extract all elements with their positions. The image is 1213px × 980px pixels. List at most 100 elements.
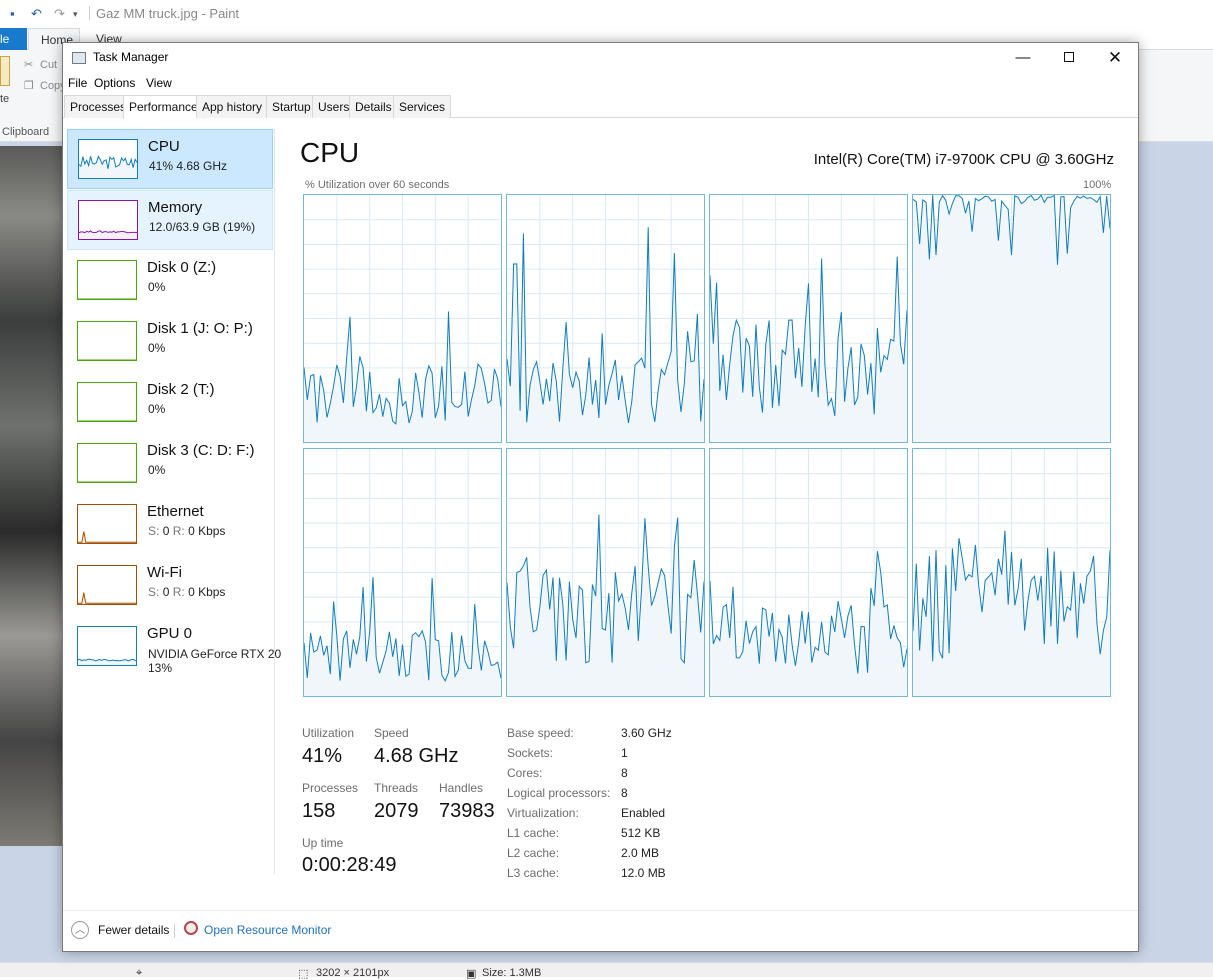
redo-icon[interactable]: ↷ (54, 6, 65, 22)
sidebar-item-label: Memory (148, 199, 203, 216)
copy-icon[interactable]: ❐ (24, 79, 34, 92)
sidebar-item-label: Disk 2 (T:) (147, 381, 215, 398)
title-bar[interactable]: Task Manager — ✕ (63, 43, 1138, 73)
cut-icon[interactable]: ✂ (24, 58, 33, 71)
spec-label: Base speed: (507, 726, 574, 740)
core-graph-3[interactable] (709, 194, 908, 443)
sidebar-item-wifi[interactable]: Wi-Fi S: 0 R: 0 Kbps (67, 556, 273, 616)
disk-0-thumbnail-graph (77, 260, 137, 300)
paste-label[interactable]: te (0, 93, 9, 105)
fewer-details-button[interactable]: Fewer details (98, 923, 169, 937)
cpu-core-graphs[interactable] (303, 194, 1113, 698)
tab-app-history[interactable]: App history (196, 95, 269, 118)
sidebar-item-value: S: 0 R: 0 Kbps (148, 585, 225, 599)
thumbnail-line (78, 531, 136, 543)
speed-value: 4.68 GHz (374, 745, 459, 767)
spec-value: 8 (621, 766, 628, 780)
image-dimensions: 3202 × 2101px (316, 967, 390, 979)
sidebar-item-value: 13% (148, 661, 173, 675)
receive-label: R: (172, 585, 185, 599)
cpu-model-name: Intel(R) Core(TM) i7-9700K CPU @ 3.60GHz (813, 151, 1114, 168)
menu-file[interactable]: File (68, 76, 87, 90)
receive-value: 0 Kbps (188, 585, 226, 599)
disk-2-thumbnail-graph (77, 382, 137, 422)
spec-label: Sockets: (507, 746, 554, 760)
sidebar-item-label: Disk 0 (Z:) (147, 259, 217, 276)
gpu-0-thumbnail-graph (77, 626, 137, 666)
save-icon[interactable]: ▪ (10, 6, 15, 21)
speed-label: Speed (374, 726, 409, 740)
memory-thumbnail-graph (78, 200, 138, 240)
core-graph-5[interactable] (303, 448, 502, 697)
cut-button[interactable]: Cut (40, 59, 57, 71)
minimize-icon: — (1015, 49, 1031, 66)
send-value: 0 (162, 524, 170, 538)
menu-view[interactable]: View (146, 76, 172, 90)
minimize-button[interactable]: — (1000, 43, 1046, 73)
spec-value: 1 (621, 746, 628, 760)
receive-label: R: (172, 524, 185, 538)
spec-value: Enabled (621, 806, 666, 820)
resource-monitor-icon[interactable] (184, 921, 198, 935)
task-manager-window: Task Manager — ✕ File Options View Proce… (62, 42, 1139, 952)
spec-value: 512 KB (621, 826, 661, 840)
sidebar-item-label: CPU (148, 138, 180, 155)
handles-value: 73983 (439, 800, 495, 822)
sidebar-item-disk-0[interactable]: Disk 0 (Z:) 0% (67, 251, 273, 311)
graph-caption: % Utilization over 60 seconds (305, 179, 450, 191)
sidebar-item-disk-2[interactable]: Disk 2 (T:) 0% (67, 373, 273, 433)
tab-services[interactable]: Services (393, 95, 452, 118)
threads-label: Threads (374, 781, 419, 795)
undo-icon[interactable]: ↶ (31, 6, 42, 22)
menu-options[interactable]: Options (94, 76, 135, 90)
disk-3-thumbnail-graph (77, 443, 137, 483)
core-graph-2[interactable] (506, 194, 705, 443)
footer-divider (174, 924, 175, 938)
task-manager-icon (72, 52, 86, 64)
tab-details[interactable]: Details (349, 95, 398, 118)
sidebar-item-value: 41% 4.68 GHz (149, 159, 228, 173)
page-title: CPU (300, 137, 360, 168)
spec-label: L3 cache: (507, 866, 560, 880)
paint-image[interactable] (0, 146, 70, 846)
core-graph-7[interactable] (709, 448, 908, 697)
maximize-button[interactable] (1046, 43, 1092, 73)
sidebar-item-model: NVIDIA GeForce RTX 20 (148, 647, 282, 661)
core-graph-4[interactable] (912, 194, 1111, 443)
close-button[interactable]: ✕ (1092, 43, 1138, 73)
thumbnail-area (78, 592, 136, 604)
core-graph-1[interactable] (303, 194, 502, 443)
sidebar-item-value: 0% (148, 402, 166, 416)
utilization-label: Utilization (302, 726, 355, 740)
open-resource-monitor-link[interactable]: Open Resource Monitor (204, 923, 331, 937)
resource-sidebar: CPU 41% 4.68 GHz Memory 12.0/63.9 GB (19… (67, 129, 281, 874)
send-label: S: (148, 585, 160, 599)
disk-1-thumbnail-graph (77, 321, 137, 361)
sidebar-item-cpu[interactable]: CPU 41% 4.68 GHz (67, 129, 273, 189)
spec-label: Cores: (507, 766, 543, 780)
sidebar-item-ethernet[interactable]: Ethernet S: 0 R: 0 Kbps (67, 495, 273, 555)
sidebar-item-gpu-0[interactable]: GPU 0 NVIDIA GeForce RTX 20 13% (67, 617, 281, 685)
paste-icon[interactable] (0, 56, 10, 86)
ethernet-thumbnail-graph (77, 504, 137, 544)
tab-startup[interactable]: Startup (266, 95, 317, 118)
chevron-up-icon[interactable]: ︿ (71, 921, 89, 939)
paint-window-title: Gaz MM truck.jpg - Paint (96, 6, 240, 21)
spec-value: 2.0 MB (621, 846, 660, 860)
sidebar-item-disk-1[interactable]: Disk 1 (J: O: P:) 0% (67, 312, 273, 372)
selection-size-icon: ⬚ (298, 968, 309, 980)
sidebar-item-disk-3[interactable]: Disk 3 (C: D: F:) 0% (67, 434, 273, 494)
spec-label: L1 cache: (507, 826, 560, 840)
file-size: Size: 1.3MB (482, 967, 542, 979)
tab-processes[interactable]: Processes (64, 95, 133, 118)
thumbnail-area (78, 531, 136, 543)
core-graph-8[interactable] (912, 448, 1111, 697)
sidebar-item-value: S: 0 R: 0 Kbps (148, 524, 225, 538)
spec-label: Virtualization: (507, 806, 579, 820)
customize-quick-access-icon[interactable]: ▾ (73, 9, 78, 20)
tab-performance[interactable]: Performance (123, 95, 204, 119)
paint-file-tab[interactable]: le (0, 28, 27, 50)
core-graph-6[interactable] (506, 448, 705, 697)
sidebar-item-memory[interactable]: Memory 12.0/63.9 GB (19%) (67, 190, 273, 250)
close-icon: ✕ (1107, 48, 1123, 67)
